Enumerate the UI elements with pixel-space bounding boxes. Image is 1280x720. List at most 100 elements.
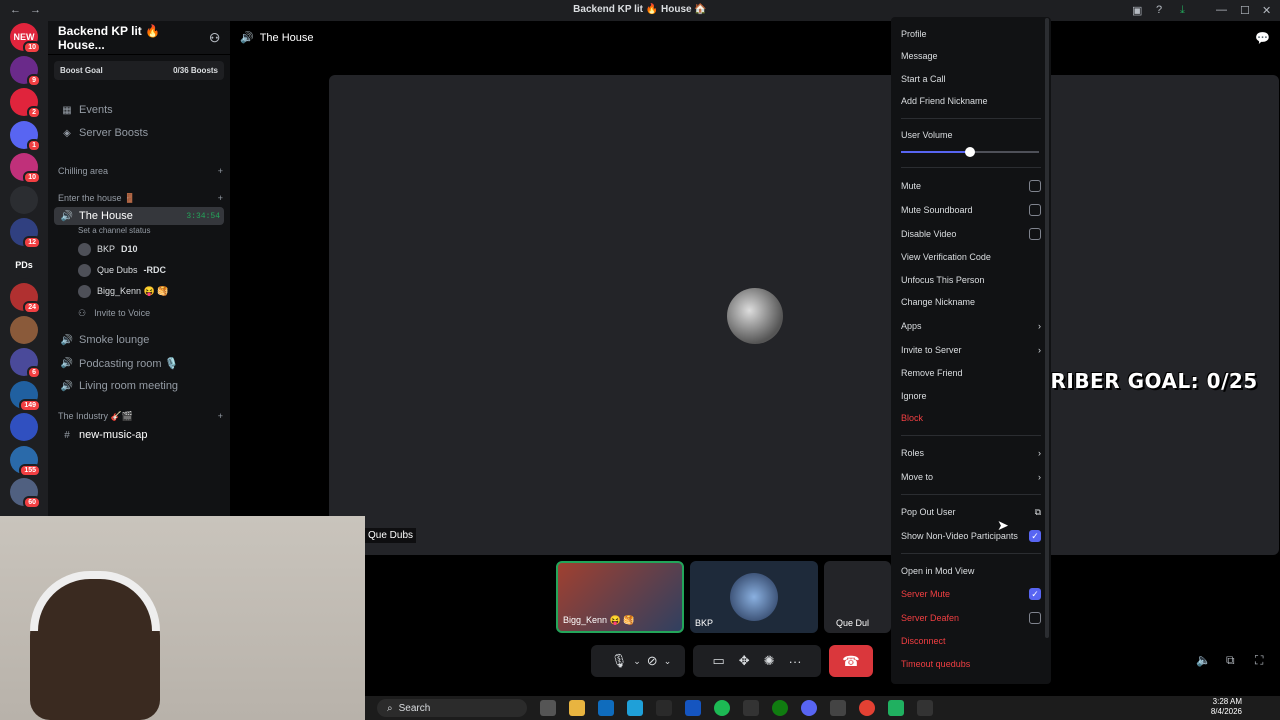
checkbox[interactable] bbox=[1029, 612, 1041, 624]
checkbox[interactable] bbox=[1029, 204, 1041, 216]
voice-user[interactable]: BKP D10 bbox=[78, 240, 223, 258]
download-icon[interactable]: ⤓ bbox=[1180, 4, 1185, 17]
checkbox-checked[interactable]: ✓ bbox=[1029, 588, 1041, 600]
channel-living-room[interactable]: 🔊 Living room meeting bbox=[54, 377, 224, 395]
server-icon[interactable]: 12 bbox=[10, 218, 41, 249]
menu-unfocus[interactable]: Unfocus This Person bbox=[901, 271, 1041, 289]
server-icon[interactable]: 1 bbox=[10, 120, 41, 152]
menu-mute[interactable]: Mute bbox=[901, 177, 1041, 195]
app-icon[interactable] bbox=[830, 700, 846, 716]
chevron-down-icon[interactable]: ⌄ bbox=[633, 656, 641, 667]
add-channel-icon[interactable]: + bbox=[218, 411, 223, 422]
outlook-icon[interactable] bbox=[598, 700, 614, 716]
menu-block[interactable]: Block bbox=[901, 409, 1041, 427]
category-enter-house[interactable]: Enter the house 🚪 + bbox=[58, 193, 223, 204]
channel-status[interactable]: Set a channel status bbox=[78, 221, 223, 239]
menu-server-mute[interactable]: Server Mute ✓ bbox=[901, 585, 1041, 603]
channel-server-boosts[interactable]: ◈ Server Boosts bbox=[54, 124, 224, 142]
chrome-icon[interactable] bbox=[859, 700, 875, 716]
disconnect-button[interactable]: ☎ bbox=[829, 645, 873, 677]
participant-tile[interactable]: BKP bbox=[690, 561, 818, 633]
menu-change-nickname[interactable]: Change Nickname bbox=[901, 293, 1041, 311]
voice-user[interactable]: Que Dubs -RDC bbox=[78, 261, 223, 279]
help-icon[interactable]: ? bbox=[1156, 4, 1162, 16]
server-icon[interactable]: 6 bbox=[10, 348, 41, 379]
server-icon[interactable] bbox=[10, 413, 38, 441]
xbox-icon[interactable] bbox=[772, 700, 788, 716]
channel-events[interactable]: ▦ Events bbox=[54, 101, 224, 119]
server-icon[interactable]: PDs bbox=[10, 250, 38, 279]
invite-to-voice[interactable]: ⚇ Invite to Voice bbox=[78, 304, 223, 322]
menu-timeout[interactable]: Timeout quedubs bbox=[901, 655, 1041, 673]
voice-user[interactable]: Bigg_Kenn 😝 🥞 bbox=[78, 282, 223, 300]
menu-pop-out[interactable]: Pop Out User ⧉ bbox=[901, 503, 1041, 521]
checkbox[interactable] bbox=[1029, 180, 1041, 192]
checkbox-checked[interactable]: ✓ bbox=[1029, 530, 1041, 542]
category-chilling[interactable]: Chilling area + bbox=[58, 166, 223, 176]
volume-icon[interactable]: 🔈 bbox=[1196, 653, 1211, 667]
app-icon[interactable] bbox=[888, 700, 904, 716]
inbox-icon[interactable]: ▣ bbox=[1132, 4, 1142, 17]
menu-start-call[interactable]: Start a Call bbox=[901, 70, 1041, 88]
soundboard-icon[interactable]: ✺ bbox=[764, 653, 775, 669]
menu-roles[interactable]: Roles › bbox=[901, 444, 1041, 462]
spotify-icon[interactable] bbox=[714, 700, 730, 716]
add-channel-icon[interactable]: + bbox=[218, 193, 223, 204]
menu-profile[interactable]: Profile bbox=[901, 25, 1041, 43]
checkbox[interactable] bbox=[1029, 228, 1041, 240]
server-icon[interactable]: NEW 10 bbox=[10, 23, 41, 54]
camera-off-icon[interactable]: ⊘ bbox=[647, 653, 658, 669]
task-view-icon[interactable] bbox=[540, 700, 556, 716]
file-explorer-icon[interactable] bbox=[569, 700, 585, 716]
server-icon[interactable]: 155 bbox=[10, 445, 41, 477]
participant-tile[interactable]: Bigg_Kenn 😝 🥞 bbox=[556, 561, 684, 633]
server-icon[interactable] bbox=[10, 315, 38, 344]
server-icon[interactable]: 9 bbox=[10, 55, 41, 87]
menu-scrollbar[interactable] bbox=[1045, 18, 1049, 638]
user-volume-slider[interactable] bbox=[901, 147, 1039, 157]
discord-icon[interactable] bbox=[801, 700, 817, 716]
guild-header[interactable]: Backend KP lit 🔥 House... ⚇ bbox=[48, 21, 230, 55]
menu-add-nickname[interactable]: Add Friend Nickname bbox=[901, 92, 1041, 110]
maximize-button[interactable]: ☐ bbox=[1240, 4, 1250, 17]
server-icon[interactable]: 24 bbox=[10, 283, 41, 314]
channel-podcasting[interactable]: 🔊 Podcasting room 🎙️ bbox=[54, 354, 224, 372]
screen-share-icon[interactable]: ▭ bbox=[712, 653, 724, 669]
popout-icon[interactable]: ⧉ bbox=[1226, 653, 1235, 668]
menu-message[interactable]: Message bbox=[901, 47, 1041, 65]
server-icon[interactable] bbox=[10, 185, 38, 214]
activities-icon[interactable]: ✥ bbox=[739, 653, 750, 669]
add-channel-icon[interactable]: + bbox=[218, 166, 223, 176]
menu-remove-friend[interactable]: Remove Friend bbox=[901, 364, 1041, 382]
server-icon[interactable]: 60 bbox=[10, 478, 41, 509]
close-button[interactable]: ✕ bbox=[1262, 4, 1271, 17]
microphone-icon[interactable]: 🎙 bbox=[611, 653, 628, 669]
menu-disable-video[interactable]: Disable Video bbox=[901, 225, 1041, 243]
volume-knob[interactable] bbox=[965, 147, 975, 157]
fullscreen-icon[interactable]: ⛶ bbox=[1255, 653, 1263, 668]
channel-smoke-lounge[interactable]: 🔊 Smoke lounge bbox=[54, 331, 224, 349]
menu-show-non-video[interactable]: Show Non-Video Participants ✓ bbox=[901, 527, 1041, 545]
menu-disconnect[interactable]: Disconnect bbox=[901, 632, 1041, 650]
add-member-icon[interactable]: ⚇ bbox=[209, 31, 220, 45]
participant-tile[interactable]: Que Dul bbox=[824, 561, 891, 633]
channel-new-music[interactable]: # new-music-ap bbox=[54, 426, 224, 444]
app-icon[interactable] bbox=[917, 700, 933, 716]
menu-apps[interactable]: Apps › bbox=[901, 317, 1041, 335]
taskbar-clock[interactable]: 3:28 AM 8/4/2026 bbox=[1211, 697, 1242, 717]
chevron-down-icon[interactable]: ⌄ bbox=[664, 656, 672, 667]
chat-icon[interactable]: 💬 bbox=[1255, 31, 1270, 45]
taskbar-search[interactable]: ⌕ Search bbox=[377, 699, 527, 717]
menu-invite-server[interactable]: Invite to Server › bbox=[901, 341, 1041, 359]
menu-move-to[interactable]: Move to › bbox=[901, 468, 1041, 486]
vscode-icon[interactable] bbox=[685, 700, 701, 716]
menu-open-mod-view[interactable]: Open in Mod View bbox=[901, 562, 1041, 580]
edge-icon[interactable] bbox=[627, 700, 643, 716]
server-icon[interactable]: 10 bbox=[10, 153, 41, 184]
menu-ignore[interactable]: Ignore bbox=[901, 387, 1041, 405]
minimize-button[interactable]: — bbox=[1216, 4, 1227, 16]
menu-mute-soundboard[interactable]: Mute Soundboard bbox=[901, 201, 1041, 219]
more-icon[interactable]: ··· bbox=[789, 654, 802, 669]
capcut-icon[interactable] bbox=[743, 700, 759, 716]
server-icon[interactable]: 2 bbox=[10, 88, 41, 119]
